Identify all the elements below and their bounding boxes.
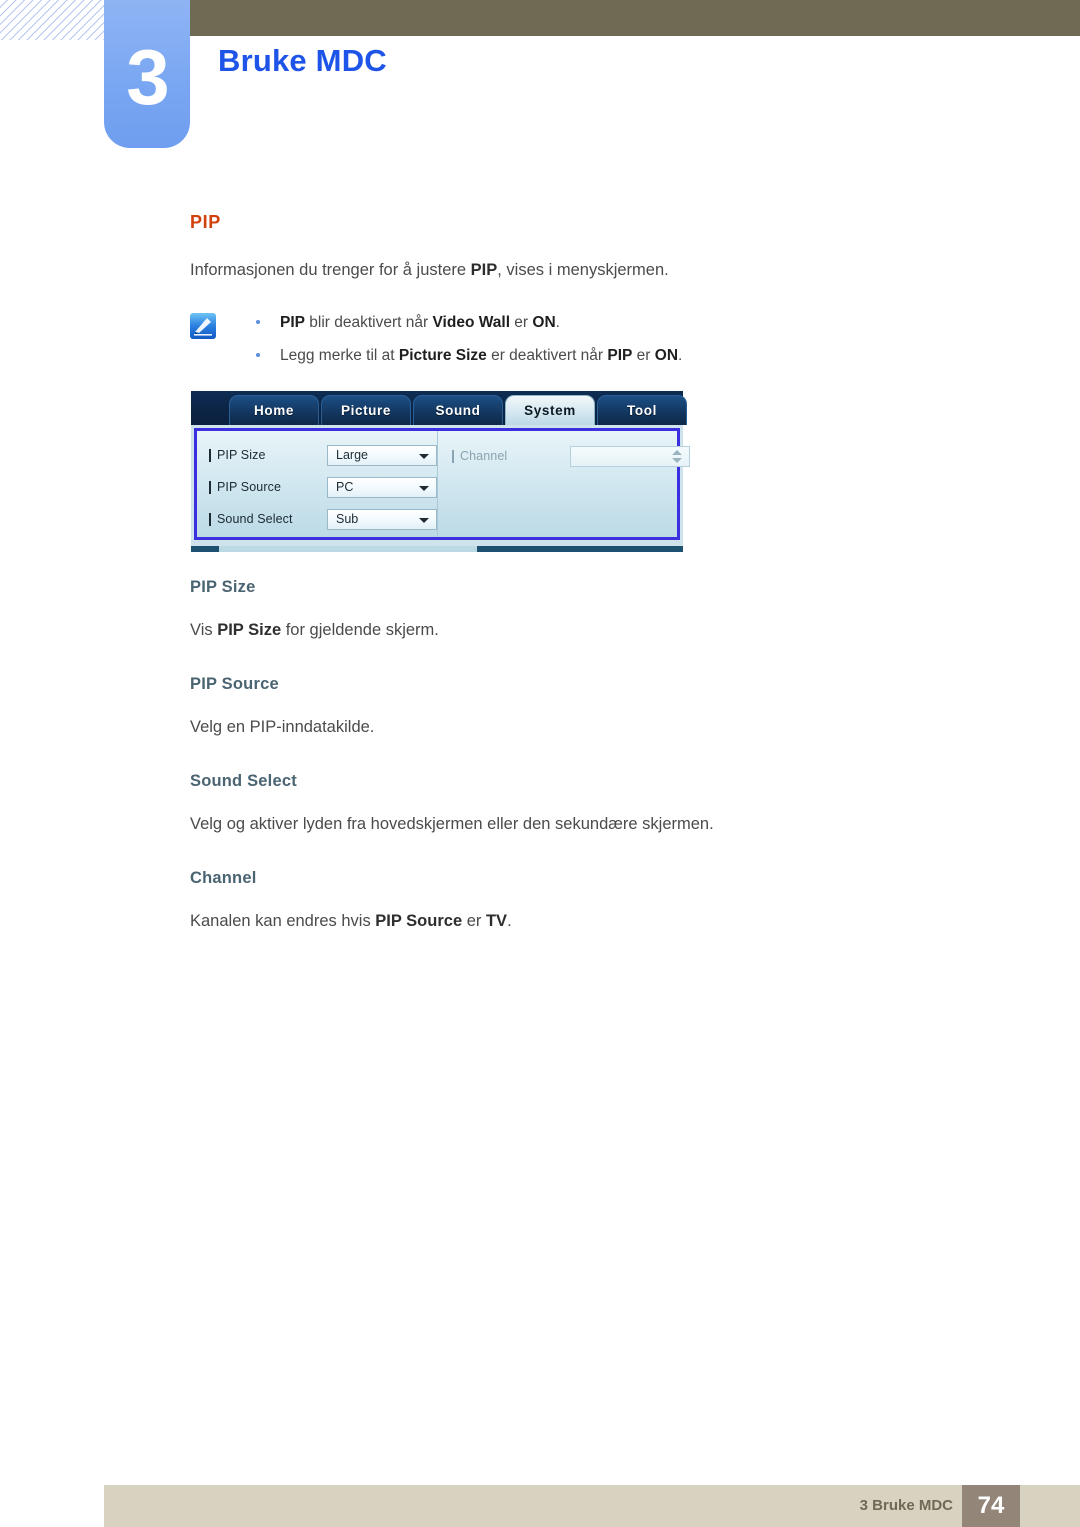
- note-1-t1: blir deaktivert når: [304, 313, 433, 331]
- spinner-up-icon[interactable]: [672, 449, 682, 455]
- channel-label: Channel: [450, 449, 570, 464]
- subsection-body: Velg en PIP-inndatakilde.: [190, 716, 950, 740]
- chapter-number: 3: [126, 33, 169, 121]
- note-item: Legg merke til at Picture Size er deakti…: [242, 344, 950, 367]
- note-1-t3: .: [555, 313, 560, 331]
- dialog-bottom-strip-light: [219, 546, 477, 553]
- bullet-icon: [256, 353, 260, 358]
- note-2-t1: Legg merke til at: [280, 347, 399, 365]
- dialog-tabbar: Home Picture Sound System Tool: [191, 391, 687, 426]
- chevron-down-icon: [419, 517, 429, 523]
- subsection-heading: PIP Source: [190, 675, 279, 694]
- page-footer: 3 Bruke MDC 74: [104, 1485, 1080, 1527]
- sub-3-pre: Kanalen kan endres hvis: [190, 912, 376, 931]
- chevron-down-icon: [419, 453, 429, 459]
- sub-3-post: er: [462, 912, 486, 931]
- field-row-channel: Channel: [450, 441, 690, 471]
- note-1-b3: ON: [532, 313, 556, 331]
- bullet-icon: [256, 319, 260, 324]
- section-title: PIP: [190, 212, 221, 232]
- tab-sound[interactable]: Sound: [413, 395, 503, 426]
- note-1-b2: Video Wall: [432, 313, 510, 331]
- note-2-t2: er deaktivert når: [486, 347, 608, 365]
- page-number-badge: 74: [962, 1485, 1020, 1527]
- pip-source-dropdown[interactable]: PC: [327, 476, 437, 498]
- subsection-pip-size: PIP Size Vis PIP Size for gjeldende skje…: [190, 578, 950, 643]
- subsection-body: Kanalen kan endres hvis PIP Source er TV…: [190, 910, 950, 934]
- footer-chapter-label: 3 Bruke MDC: [859, 1497, 953, 1514]
- mdc-dialog-screenshot: Home Picture Sound System Tool PIP Size …: [191, 391, 690, 553]
- subsection-heading: Sound Select: [190, 772, 297, 791]
- note-item: PIP blir deaktivert når Video Wall er ON…: [242, 311, 950, 334]
- subsection-channel: Channel Kanalen kan endres hvis PIP Sour…: [190, 869, 950, 934]
- tab-system[interactable]: System: [505, 395, 595, 426]
- field-row-sound-select: Sound Select Sub: [207, 504, 437, 534]
- sub-3-bold2: TV: [485, 912, 508, 931]
- field-row-pip-size: PIP Size Large: [207, 440, 437, 470]
- chevron-down-icon: [419, 485, 429, 491]
- header-olive-bar: [190, 0, 1080, 36]
- note-pencil-icon: [190, 312, 216, 339]
- subsection-pip-source: PIP Source Velg en PIP-inndatakilde.: [190, 675, 950, 740]
- pip-size-dropdown[interactable]: Large: [327, 444, 437, 466]
- sub-0-bold: PIP Size: [217, 621, 282, 640]
- note-list: PIP blir deaktivert når Video Wall er ON…: [242, 311, 950, 368]
- note-block: PIP blir deaktivert når Video Wall er ON…: [190, 311, 950, 368]
- pip-size-value: Large: [336, 448, 368, 463]
- main-content: PIP Informasjonen du trenger for å juste…: [190, 212, 950, 934]
- note-2-t4: .: [678, 347, 683, 365]
- dialog-right-column: Channel: [437, 431, 690, 538]
- sound-select-dropdown[interactable]: Sub: [327, 508, 437, 530]
- subsection-heading: Channel: [190, 869, 257, 888]
- tab-tool[interactable]: Tool: [597, 395, 687, 426]
- tab-home[interactable]: Home: [229, 395, 319, 426]
- intro-text-post: , vises i menyskjermen.: [497, 261, 669, 279]
- sound-select-label: Sound Select: [207, 512, 327, 527]
- sound-select-value: Sub: [336, 512, 359, 527]
- intro-text-bold: PIP: [470, 261, 498, 279]
- note-2-t3: er: [632, 347, 655, 365]
- sub-3-post2: .: [507, 912, 512, 931]
- channel-stepper[interactable]: [570, 445, 690, 467]
- note-1-t2: er: [510, 313, 533, 331]
- dialog-left-column: PIP Size Large PIP Source PC Sound Selec…: [197, 431, 437, 537]
- page-title: Bruke MDC: [218, 43, 387, 78]
- sub-0-pre: Vis: [190, 621, 218, 640]
- subsection-body: Vis PIP Size for gjeldende skjerm.: [190, 619, 950, 643]
- subsection-heading: PIP Size: [190, 578, 256, 597]
- chapter-number-badge: 3: [104, 0, 190, 148]
- decorative-hatch-pattern: [0, 0, 104, 40]
- note-2-b3: PIP: [607, 347, 633, 365]
- sub-1-pre: Velg en PIP-inndatakilde.: [190, 718, 375, 737]
- note-1-b1: PIP: [280, 313, 305, 331]
- pip-source-value: PC: [336, 480, 354, 495]
- pip-source-label: PIP Source: [207, 480, 327, 495]
- subsection-body: Velg og aktiver lyden fra hovedskjermen …: [190, 813, 950, 837]
- sub-0-post: for gjeldende skjerm.: [281, 621, 439, 640]
- pip-size-label: PIP Size: [207, 448, 327, 463]
- intro-text-pre: Informasjonen du trenger for å justere: [190, 261, 471, 279]
- spinner-down-icon[interactable]: [672, 457, 682, 463]
- dialog-panel-focus: PIP Size Large PIP Source PC Sound Selec…: [194, 428, 690, 541]
- note-2-b2: Picture Size: [398, 347, 487, 365]
- tab-picture[interactable]: Picture: [321, 395, 411, 426]
- field-row-pip-source: PIP Source PC: [207, 472, 437, 502]
- sub-2-pre: Velg og aktiver lyden fra hovedskjermen …: [190, 815, 714, 834]
- subsection-sound-select: Sound Select Velg og aktiver lyden fra h…: [190, 772, 950, 837]
- note-2-b4: ON: [654, 347, 679, 365]
- dialog-panel: PIP Size Large PIP Source PC Sound Selec…: [191, 425, 690, 547]
- manual-page: 3 Bruke MDC PIP Informasjonen du trenger…: [0, 0, 1080, 1527]
- section-intro: Informasjonen du trenger for å justere P…: [190, 259, 950, 283]
- sub-3-bold: PIP Source: [375, 912, 463, 931]
